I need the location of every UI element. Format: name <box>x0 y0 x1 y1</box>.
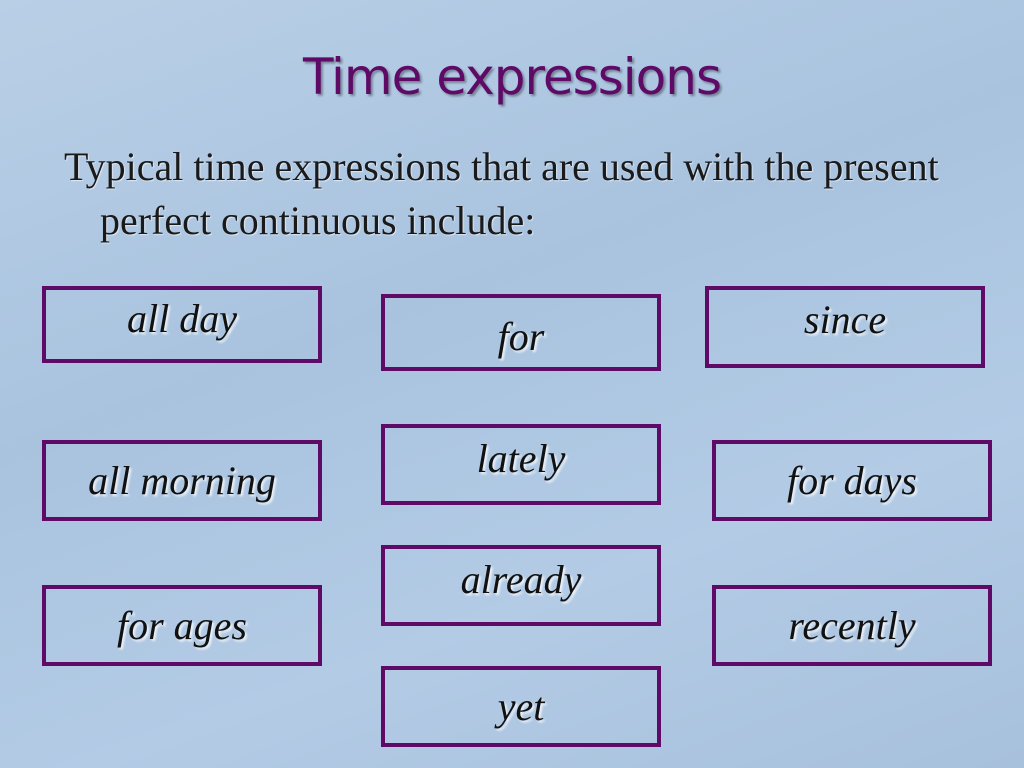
expression-box: for ages <box>42 585 322 666</box>
expression-box: recently <box>712 585 992 666</box>
expression-box: all morning <box>42 440 322 521</box>
expression-box: since <box>705 286 985 368</box>
expression-label: all day <box>127 296 237 341</box>
expression-label: all morning <box>88 458 276 503</box>
expression-label: for <box>497 314 545 359</box>
expression-label: lately <box>476 436 566 481</box>
expression-box: lately <box>381 424 661 505</box>
expression-label: recently <box>788 603 916 648</box>
expression-box: for <box>381 294 661 371</box>
intro-text: Typical time expressions that are used w… <box>64 144 939 243</box>
expression-box: yet <box>381 666 661 747</box>
expression-box: all day <box>42 286 322 363</box>
expression-box: for days <box>712 440 992 521</box>
expression-label: already <box>460 557 582 602</box>
slide-title: Time expressions <box>302 48 722 106</box>
expression-box: already <box>381 545 661 626</box>
expression-label: yet <box>497 684 545 729</box>
expression-label: for ages <box>117 603 247 648</box>
expression-label: since <box>803 296 887 342</box>
expression-label: for days <box>787 458 917 503</box>
